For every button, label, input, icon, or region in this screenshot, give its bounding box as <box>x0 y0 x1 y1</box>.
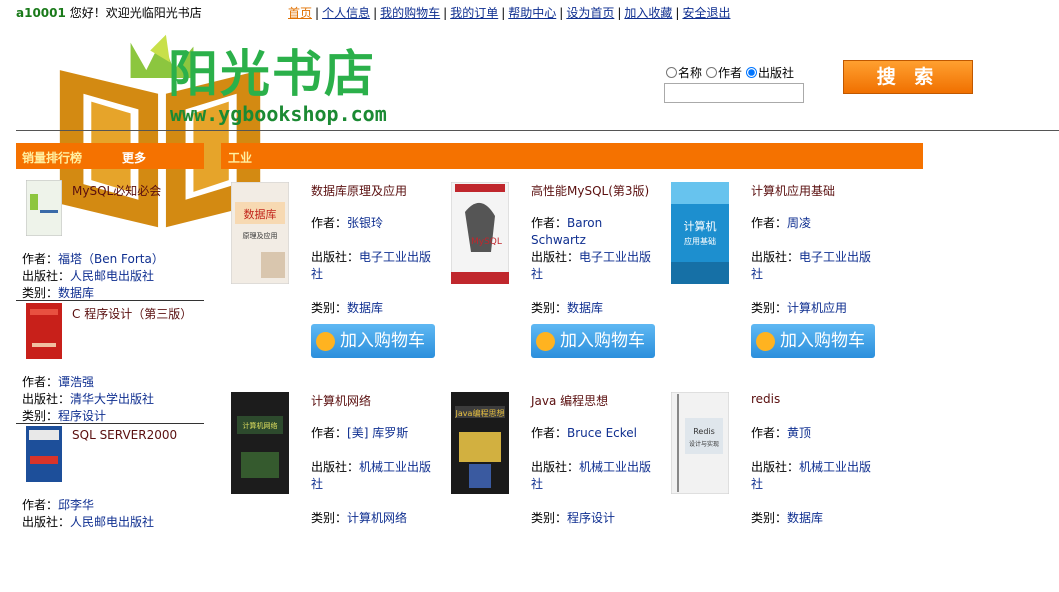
add-to-cart-button[interactable]: 加入购物车 <box>311 324 435 358</box>
search-radio-name[interactable] <box>666 67 677 78</box>
book-cover[interactable] <box>26 180 62 236</box>
book-title[interactable]: 数据库原理及应用 <box>311 182 407 199</box>
nav-help[interactable]: 帮助中心 <box>508 6 556 20</box>
book-cover[interactable]: MySQL <box>451 182 509 284</box>
add-to-cart-button[interactable]: 加入购物车 <box>751 324 875 358</box>
book-author: 作者：Bruce Eckel <box>531 426 637 440</box>
search-input[interactable] <box>664 83 804 103</box>
nav-orders[interactable]: 我的订单 <box>450 6 498 20</box>
search-button[interactable]: 搜 索 <box>843 60 973 94</box>
book-cover[interactable]: Redis 设计与实现 <box>671 392 729 494</box>
svg-text:应用基础: 应用基础 <box>684 236 716 246</box>
book-category: 类别：数据库 <box>311 301 384 315</box>
book-cover[interactable] <box>26 426 62 482</box>
category-header: 工业 <box>221 143 923 169</box>
nav-cart[interactable]: 我的购物车 <box>380 6 440 20</box>
book-cover[interactable] <box>26 303 62 359</box>
book-title[interactable]: MySQL必知必会 <box>72 182 161 199</box>
book-cover[interactable]: 计算机应用基础 <box>671 182 729 284</box>
book-publisher: 出版社：机械工业出版社 <box>531 460 652 491</box>
header-divider <box>16 130 1059 131</box>
book-title[interactable]: redis <box>751 392 780 406</box>
search-option-publisher: 出版社 <box>758 66 795 80</box>
svg-text:数据库: 数据库 <box>244 207 277 221</box>
logo-title: 阳光书店 <box>168 45 376 103</box>
svg-text:计算机网络: 计算机网络 <box>243 421 278 430</box>
book-publisher: 出版社：电子工业出版社 <box>311 250 432 281</box>
book-author: 作者：福塔（Ben Forta） <box>22 252 164 266</box>
cart-icon <box>756 332 775 351</box>
search-option-author: 作者 <box>718 66 743 80</box>
nav-profile[interactable]: 个人信息 <box>322 6 370 20</box>
cart-icon <box>536 332 555 351</box>
book-card: Redis 设计与实现 redis 作者：黄顶 出版社：机械工业出版社 类别：数据… <box>661 382 881 592</box>
svg-text:计算机: 计算机 <box>684 219 717 233</box>
welcome-text: 您好！欢迎光临阳光书店 <box>69 6 202 20</box>
top-bar: a10001 您好！欢迎光临阳光书店 首页 | 个人信息 | 我的购物车 | 我的订单 | 帮助… <box>0 0 1059 22</box>
book-category: 类别：程序设计 <box>531 511 616 525</box>
bestseller-title: 销量排行榜 <box>22 151 83 165</box>
book-cover[interactable]: Java编程思想 <box>451 392 509 494</box>
svg-text:设计与实现: 设计与实现 <box>689 440 719 448</box>
book-card: 计算机网络 计算机网络 作者：[美] 库罗斯 出版社：机械工业出版社 类别：计算… <box>221 382 441 592</box>
book-publisher: 出版社：人民邮电出版社 <box>22 515 155 529</box>
book-card: 计算机 应用基础 计算机应用基础 作者：周凌 出版社：电子工业出版社 类别：计算机… <box>661 172 881 382</box>
category-title: 工业 <box>228 151 253 165</box>
book-author: 作者：[美] 库罗斯 <box>311 426 409 440</box>
book-author: 作者：张银玲 <box>311 216 384 230</box>
site-logo[interactable]: 阳光书店 www.ygbookshop.com <box>52 28 432 228</box>
nav-favorite[interactable]: 加入收藏 <box>624 6 672 20</box>
book-category: 类别：数据库 <box>751 511 824 525</box>
book-author: 作者：谭浩强 <box>22 375 95 389</box>
bestseller-item: SQL SERVER2000 作者：邱李华 出版社：人民邮电出版社 <box>16 420 204 531</box>
search-option-name: 名称 <box>678 66 703 80</box>
svg-text:MySQL: MySQL <box>471 237 502 247</box>
book-card: 数据库 原理及应用 数据库原理及应用 作者：张银玲 出版社：电子工业出版社 类别：… <box>221 172 441 382</box>
book-card: Java编程思想 Java 编程思想 作者：Bruce Eckel 出版社：机械… <box>441 382 661 592</box>
book-card: MySQL 高性能MySQL(第3版) 作者：Baron Schwartz 出版… <box>441 172 661 382</box>
top-nav: 首页 | 个人信息 | 我的购物车 | 我的订单 | 帮助中心 | 设为首页 | 加入收藏 | 安全退出 <box>288 6 731 20</box>
book-cover[interactable]: 计算机网络 <box>231 392 289 494</box>
book-title[interactable]: 计算机网络 <box>311 392 371 409</box>
book-publisher: 出版社：机械工业出版社 <box>311 460 432 491</box>
book-title[interactable]: 高性能MySQL(第3版) <box>531 182 649 199</box>
book-publisher: 出版社：机械工业出版社 <box>751 460 872 491</box>
search-radio-author[interactable] <box>706 67 718 78</box>
svg-text:Redis: Redis <box>693 427 715 436</box>
cart-icon <box>316 332 335 351</box>
user-id: a10001 <box>16 6 66 20</box>
book-publisher: 出版社：清华大学出版社 <box>22 392 155 406</box>
book-publisher: 出版社：电子工业出版社 <box>751 250 872 281</box>
book-author: 作者：Baron Schwartz <box>531 216 603 247</box>
svg-text:Java编程思想: Java编程思想 <box>455 408 505 418</box>
bestseller-item: C 程序设计（第三版） 作者：谭浩强 出版社：清华大学出版社 类别：程序设计 <box>16 297 204 424</box>
add-to-cart-button[interactable]: 加入购物车 <box>531 324 655 358</box>
bestseller-header: 销量排行榜 更多 <box>16 143 204 169</box>
book-category: 类别：数据库 <box>531 301 604 315</box>
svg-text:原理及应用: 原理及应用 <box>243 231 278 240</box>
bestseller-item: MySQL必知必会 作者：福塔（Ben Forta） 出版社：人民邮电出版社 类… <box>16 174 204 301</box>
nav-home[interactable]: 首页 <box>288 6 312 20</box>
book-publisher: 出版社：电子工业出版社 <box>531 250 652 281</box>
nav-logout[interactable]: 安全退出 <box>682 6 730 20</box>
user-greeting: a10001 您好！欢迎光临阳光书店 <box>16 4 202 21</box>
nav-set-home[interactable]: 设为首页 <box>566 6 614 20</box>
search-radio-publisher[interactable] <box>746 67 758 78</box>
book-title[interactable]: C 程序设计（第三版） <box>72 305 192 322</box>
book-author: 作者：黄顶 <box>751 426 812 440</box>
book-publisher: 出版社：人民邮电出版社 <box>22 269 155 283</box>
search-options: 名称 作者 出版社 <box>664 64 796 81</box>
book-cover[interactable]: 数据库原理及应用 <box>231 182 289 284</box>
more-link[interactable]: 更多 <box>122 149 146 166</box>
logo-url: www.ygbookshop.com <box>170 102 387 126</box>
book-author: 作者：周凌 <box>751 216 812 230</box>
book-category: 类别：计算机网络 <box>311 511 408 525</box>
book-title[interactable]: SQL SERVER2000 <box>72 428 177 442</box>
book-title[interactable]: 计算机应用基础 <box>751 182 835 199</box>
book-title[interactable]: Java 编程思想 <box>531 392 608 409</box>
book-author: 作者：邱李华 <box>22 498 95 512</box>
book-category: 类别：计算机应用 <box>751 301 848 315</box>
